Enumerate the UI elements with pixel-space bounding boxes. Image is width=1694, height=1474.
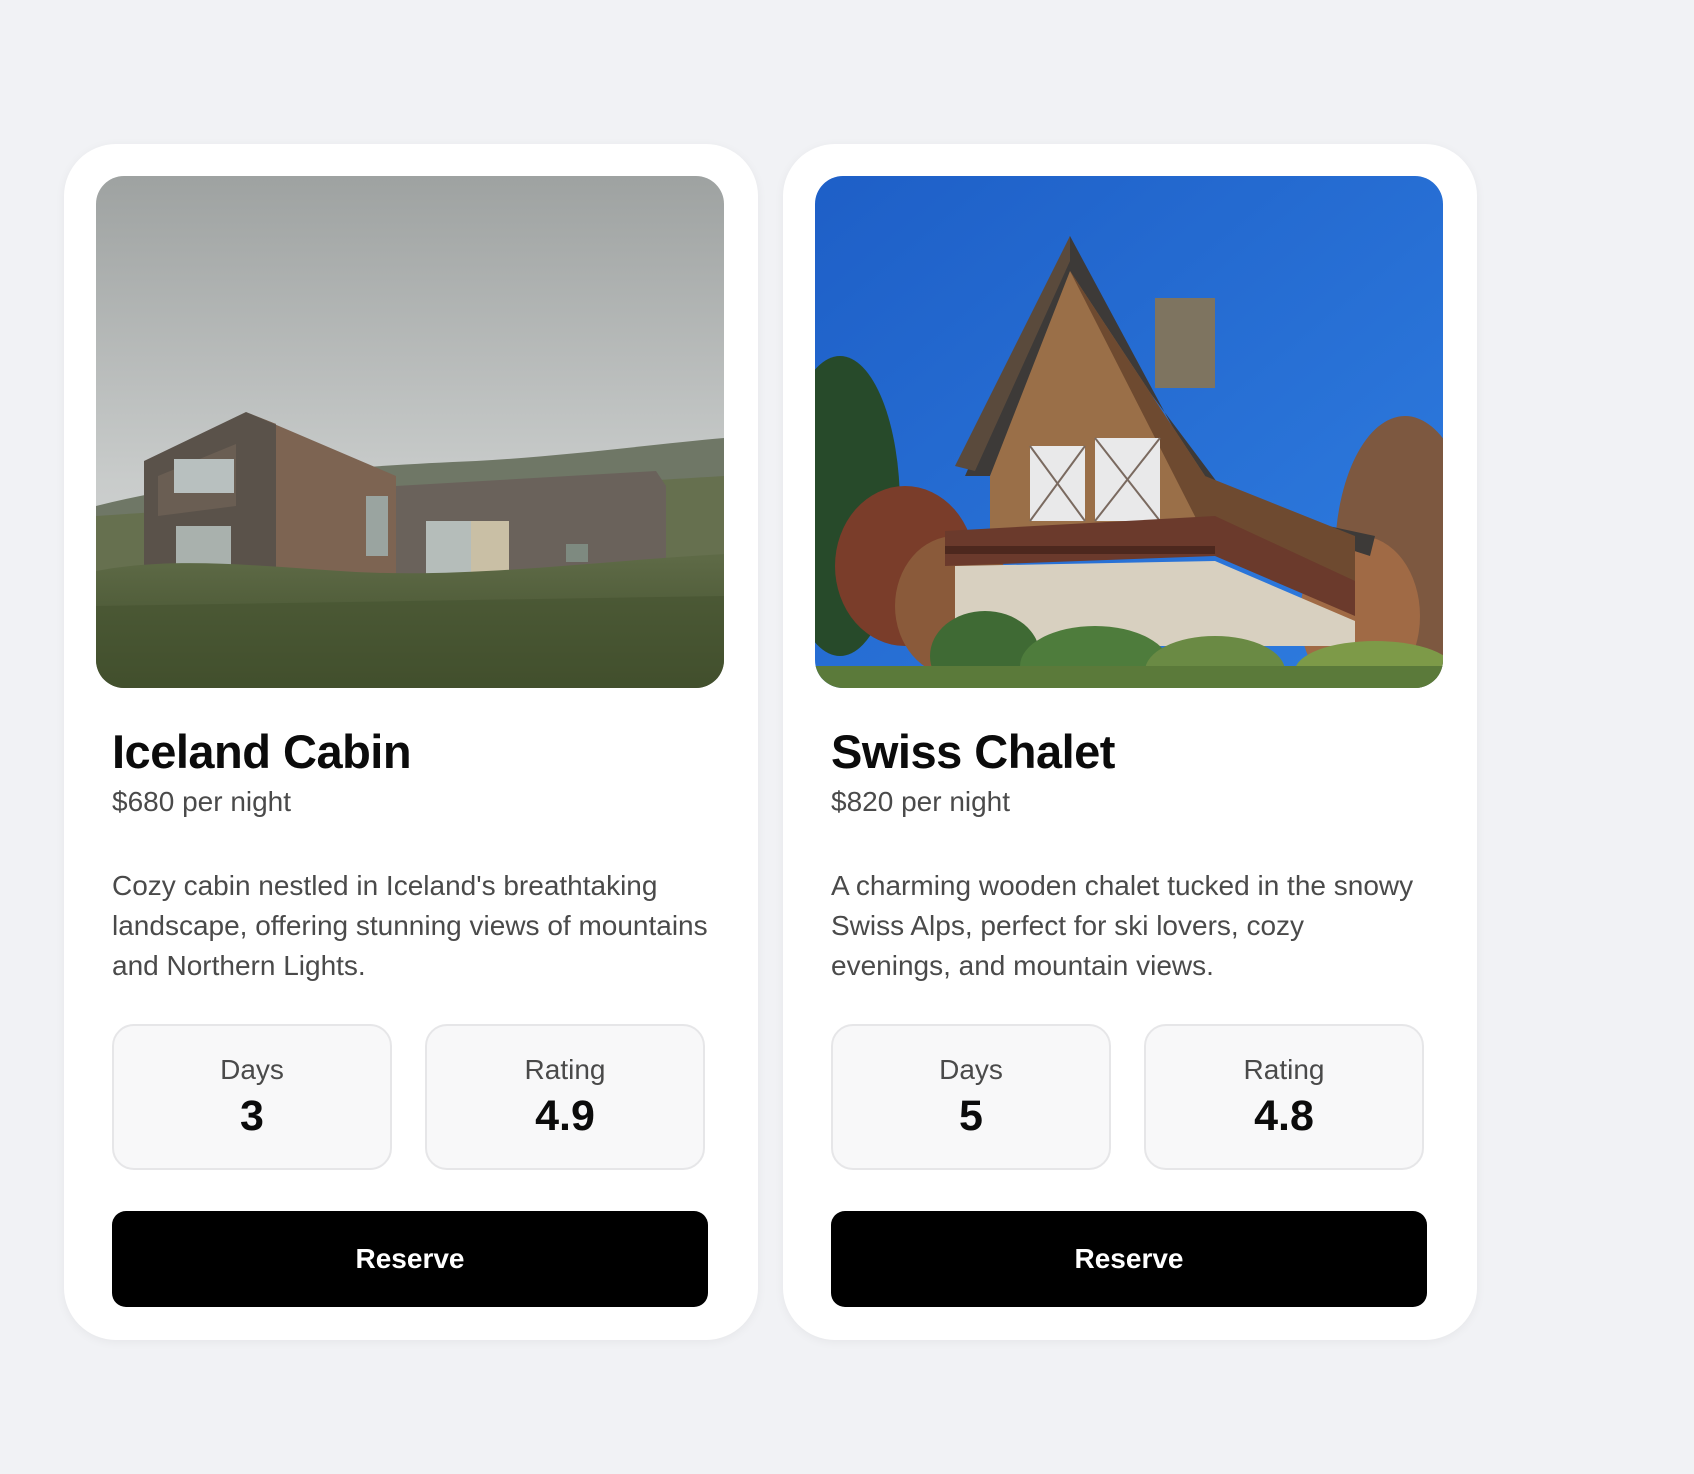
stat-days-label: Days [220,1054,284,1085]
stat-rating-value: 4.9 [535,1092,595,1140]
stat-days: Days 5 [831,1024,1111,1170]
listing-cards: Iceland Cabin $680 per night Cozy cabin … [64,144,1477,1340]
listing-description: Cozy cabin nestled in Iceland's breathta… [112,870,708,981]
listing-price: $820 per night [831,786,1011,817]
listing-card-swiss-chalet: Swiss Chalet $820 per night A charming w… [783,144,1477,1340]
stat-rating: Rating 4.8 [1144,1024,1424,1170]
stat-days-value: 3 [240,1092,264,1140]
listing-card-iceland-cabin: Iceland Cabin $680 per night Cozy cabin … [64,144,758,1340]
listing-stats: Days 3 Rating 4.9 [112,1024,705,1170]
reserve-button[interactable]: Reserve [112,1211,708,1307]
listing-title: Swiss Chalet [831,725,1115,778]
stat-rating-value: 4.8 [1254,1092,1314,1140]
reserve-button[interactable]: Reserve [831,1211,1427,1307]
listing-price: $680 per night [112,786,292,817]
listing-photo-iceland-cabin [96,176,724,688]
stat-rating-label: Rating [524,1054,606,1085]
stat-rating-label: Rating [1243,1054,1325,1085]
stat-days-value: 5 [959,1092,983,1140]
stat-rating: Rating 4.9 [425,1024,705,1170]
listing-photo-swiss-chalet [815,176,1443,688]
listing-stats: Days 5 Rating 4.8 [831,1024,1424,1170]
listing-description: A charming wooden chalet tucked in the s… [831,870,1414,981]
stat-days-label: Days [939,1054,1003,1085]
listing-title: Iceland Cabin [112,725,412,778]
stat-days: Days 3 [112,1024,392,1170]
